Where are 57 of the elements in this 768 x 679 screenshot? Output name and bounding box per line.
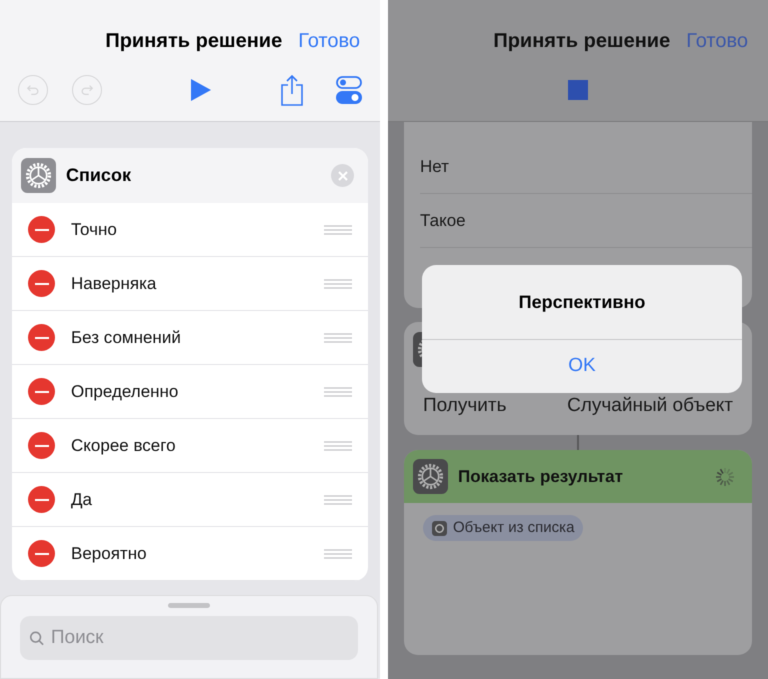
delete-button[interactable] [28, 270, 55, 297]
list-item-text: Скорее всего [71, 434, 176, 457]
list-item-text: Такое [420, 210, 466, 232]
list-item-text: Нет [420, 156, 449, 178]
minus-icon [34, 336, 48, 338]
play-button[interactable] [189, 78, 213, 102]
card-title: Список [66, 164, 131, 187]
list-item-text: Вероятно [71, 542, 147, 565]
search-input[interactable]: Поиск [50, 624, 349, 652]
minus-icon [34, 282, 48, 284]
screen-title: Принять решение [105, 29, 282, 54]
reorder-handle-icon[interactable] [324, 548, 352, 558]
screen-title: Принять решение [493, 29, 670, 54]
delete-button[interactable] [28, 216, 55, 243]
play-icon [191, 79, 211, 101]
share-button[interactable] [280, 74, 304, 106]
alert-title: Перспективно [518, 290, 646, 314]
list-item-text: Наверняка [71, 272, 156, 295]
delete-button[interactable] [28, 324, 55, 351]
action-parameter[interactable]: Случайный объект [567, 392, 733, 420]
action-label: Получить [423, 394, 507, 418]
toggles-icon [336, 76, 362, 104]
search-field[interactable]: Поиск [20, 616, 358, 660]
list-item-text: Определенно [71, 380, 178, 403]
settings-button[interactable] [336, 76, 362, 104]
card-title: Показать результат [458, 466, 623, 488]
minus-icon [34, 498, 48, 500]
done-button[interactable]: Готово [298, 26, 360, 56]
ok-button[interactable]: OK [422, 339, 742, 393]
redo-icon [80, 83, 94, 97]
list-item-text: Да [71, 488, 92, 511]
reorder-handle-icon[interactable] [324, 278, 352, 288]
reorder-handle-icon[interactable] [324, 386, 352, 396]
minus-icon [34, 390, 48, 392]
reorder-handle-icon[interactable] [324, 224, 352, 234]
minus-icon [34, 228, 48, 230]
delete-button[interactable] [28, 432, 55, 459]
stop-button[interactable] [568, 80, 588, 100]
delete-button[interactable] [28, 486, 55, 513]
delete-button[interactable] [28, 378, 55, 405]
stop-icon [568, 80, 588, 100]
close-icon [338, 170, 348, 180]
delete-button[interactable] [28, 540, 55, 567]
sheet-grabber[interactable] [168, 603, 210, 608]
search-icon [29, 630, 45, 646]
share-icon [280, 74, 304, 106]
reorder-handle-icon[interactable] [324, 494, 352, 504]
reorder-handle-icon[interactable] [324, 332, 352, 342]
minus-icon [34, 552, 48, 554]
variable-chip[interactable]: Объект из списка [423, 515, 584, 541]
close-button[interactable] [331, 164, 354, 187]
list-item-text: Без сомнений [71, 326, 181, 349]
done-button[interactable]: Готово [686, 26, 748, 56]
reorder-handle-icon[interactable] [324, 440, 352, 450]
list-item-text: Точно [71, 218, 117, 241]
minus-icon [34, 444, 48, 446]
undo-icon [26, 83, 40, 97]
